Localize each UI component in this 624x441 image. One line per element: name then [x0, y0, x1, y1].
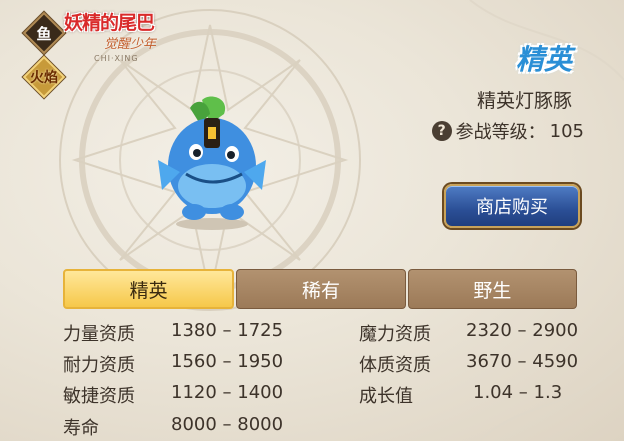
- stat-value: 8000 – 8000: [171, 414, 284, 435]
- stat-row: 魔力资质 2320 – 2900: [359, 320, 578, 346]
- battle-level-label: 参战等级：: [455, 122, 546, 143]
- stat-label: 成长值: [359, 386, 413, 407]
- battle-level: ? 参战等级： 105: [431, 118, 584, 144]
- battle-level-value: 105: [549, 120, 584, 142]
- type-badge-fire: 火焰: [22, 55, 66, 99]
- stat-value: 1560 – 1950: [171, 351, 284, 372]
- stat-label: 力量资质: [63, 324, 135, 345]
- tab-wild[interactable]: 野生: [407, 269, 577, 309]
- pet-name: 精英灯豚豚: [476, 90, 572, 112]
- stat-label: 体质资质: [359, 355, 431, 376]
- game-logo: 妖精的尾巴 觉醒少年 CHI·XING: [64, 6, 174, 68]
- stat-value: 1380 – 1725: [171, 320, 284, 341]
- pet-info-panel: 鱼 火焰 妖精的尾巴 觉醒少年 CHI·XING 精英 精英灯豚豚 ? 参战等级…: [0, 0, 624, 441]
- stat-value: 1120 – 1400: [171, 382, 284, 403]
- stat-row: 耐力资质 1560 – 1950: [63, 351, 283, 377]
- stats-grid: 力量资质 1380 – 1725 魔力资质 2320 – 2900 耐力资质 1…: [63, 318, 603, 440]
- stat-row: 寿命 8000 – 8000: [63, 414, 283, 440]
- stat-row: 成长值 1.04 – 1.3: [359, 382, 562, 408]
- stat-row: 力量资质 1380 – 1725: [63, 320, 283, 346]
- tab-elite[interactable]: 精英: [63, 269, 235, 309]
- tab-rare[interactable]: 稀有: [236, 269, 406, 309]
- help-icon[interactable]: ?: [431, 121, 452, 141]
- stat-row: 体质资质 3670 – 4590: [359, 351, 578, 377]
- logo-title: 妖精的尾巴: [64, 12, 155, 34]
- stat-label: 魔力资质: [359, 324, 431, 345]
- type-badge-fish: 鱼: [22, 11, 66, 55]
- stat-value: 3670 – 4590: [466, 351, 579, 372]
- stat-label: 寿命: [63, 418, 99, 439]
- rarity-tabs: 精英 稀有 野生: [63, 269, 577, 309]
- stat-value: 1.04 – 1.3: [473, 382, 563, 403]
- stat-row: 敏捷资质 1120 – 1400: [63, 382, 283, 408]
- logo-subtitle: 觉醒少年: [104, 37, 157, 52]
- pet-illustration: [158, 96, 266, 230]
- rank-title: 精英: [515, 43, 572, 76]
- shop-buy-button[interactable]: 商店购买: [444, 184, 580, 228]
- stat-label: 敏捷资质: [63, 386, 135, 407]
- stat-value: 2320 – 2900: [466, 320, 579, 341]
- logo-latin: CHI·XING: [94, 54, 139, 63]
- stat-label: 耐力资质: [63, 355, 135, 376]
- type-badge-label: 火焰: [30, 70, 58, 86]
- type-badge-label: 鱼: [36, 24, 52, 43]
